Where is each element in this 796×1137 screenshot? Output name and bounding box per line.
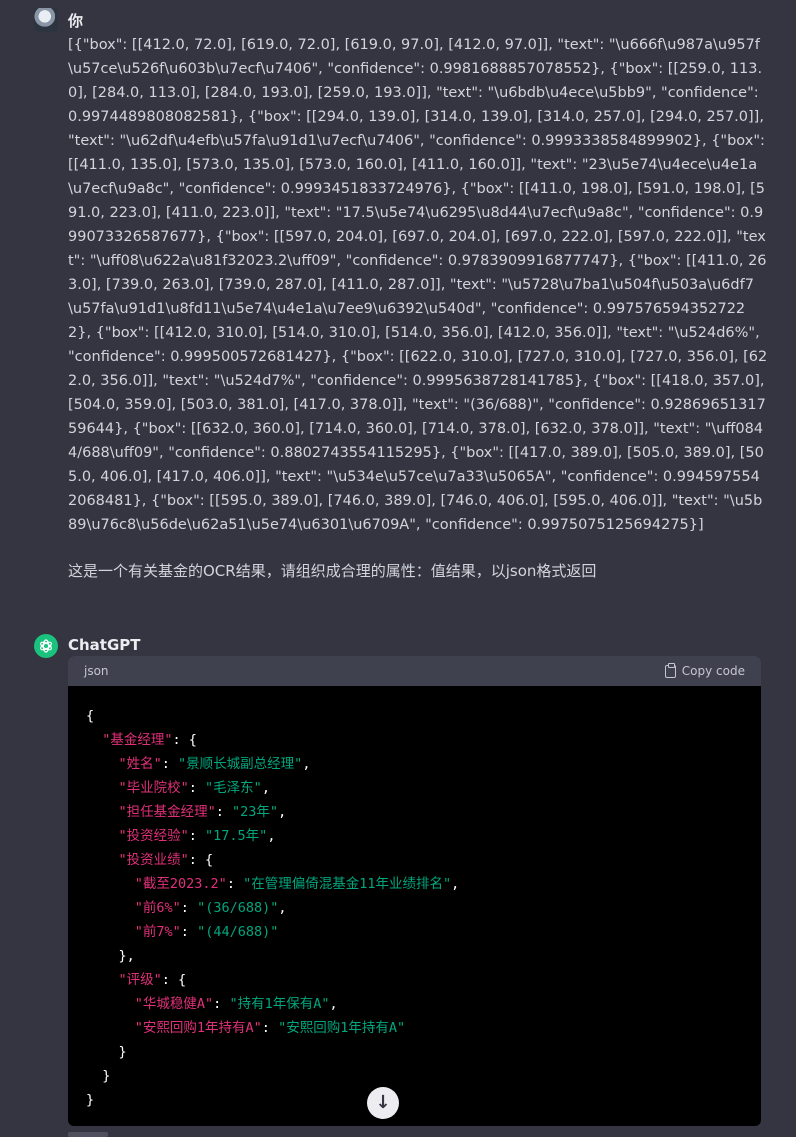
assistant-name: ChatGPT <box>68 636 141 654</box>
json-punctuation: , <box>278 804 287 820</box>
json-punctuation: : { <box>188 852 214 868</box>
json-string: "(36/688)" <box>197 900 279 916</box>
code-line: "前6%": "(36/688)", <box>86 896 743 920</box>
json-punctuation: : { <box>172 732 197 748</box>
user-question: 这是一个有关基金的OCR结果，请组织成合理的属性：值结果，以json格式返回 <box>68 562 597 580</box>
json-punctuation: , <box>278 900 287 916</box>
json-punctuation: , <box>329 996 338 1012</box>
code-line: "投资业绩": { <box>86 848 743 872</box>
json-punctuation: : <box>161 756 179 772</box>
code-header: json Copy code <box>68 656 761 686</box>
code-line: "华城稳健A": "持有1年保有A", <box>86 992 743 1016</box>
json-string: "(44/688)" <box>197 924 279 940</box>
json-punctuation: , <box>451 876 460 892</box>
json-punctuation: : <box>226 876 244 892</box>
json-punctuation: , <box>261 780 270 796</box>
code-line: "基金经理": { <box>86 728 743 752</box>
user-avatar-icon <box>34 8 58 32</box>
json-punctuation: } <box>118 1044 127 1060</box>
copy-code-button[interactable]: Copy code <box>664 662 745 678</box>
json-punctuation: : <box>188 828 206 844</box>
json-key: "姓名" <box>118 756 162 772</box>
user-ocr-text: [{"box": [[412.0, 72.0], [619.0, 72.0], … <box>68 37 770 533</box>
code-language-label: json <box>84 664 109 678</box>
json-key: "截至2023.2" <box>134 876 227 892</box>
json-punctuation: : <box>180 924 198 940</box>
code-line: }, <box>86 944 743 968</box>
code-line: } <box>86 1040 743 1064</box>
json-string: "毛泽东" <box>205 780 262 796</box>
json-punctuation: } <box>102 1068 111 1084</box>
code-line: "评级": { <box>86 968 743 992</box>
copy-icon <box>664 662 676 678</box>
json-key: "投资业绩" <box>118 852 189 868</box>
code-line: "截至2023.2": "在管理偏倚混基金11年业绩排名", <box>86 872 743 896</box>
code-line: "毕业院校": "毛泽东", <box>86 776 743 800</box>
json-punctuation: : <box>261 1020 279 1036</box>
json-punctuation: , <box>302 756 311 772</box>
json-string: "在管理偏倚混基金11年业绩排名" <box>243 876 452 892</box>
json-key: "投资经验" <box>118 828 189 844</box>
json-string: "23年" <box>232 804 279 820</box>
json-punctuation: : <box>213 996 230 1012</box>
code-line: "前7%": "(44/688)" <box>86 920 743 944</box>
json-punctuation: }, <box>118 948 135 964</box>
json-punctuation: : { <box>161 972 187 988</box>
json-string: "安熙回购1年持有A" <box>278 1020 406 1036</box>
json-string: "持有1年保有A" <box>229 996 330 1012</box>
code-line: "担任基金经理": "23年", <box>86 800 743 824</box>
json-string: "景顺长城副总经理" <box>178 756 303 772</box>
json-key: "基金经理" <box>102 732 173 748</box>
code-content: { "基金经理": { "姓名": "景顺长城副总经理", "毕业院校": "毛… <box>68 686 761 1126</box>
scroll-to-bottom-button[interactable]: ↓ <box>367 1087 399 1119</box>
code-line: "安熙回购1年持有A": "安熙回购1年持有A" <box>86 1016 743 1040</box>
json-key: "前6%" <box>134 900 181 916</box>
json-punctuation: , <box>267 828 276 844</box>
json-string: "17.5年" <box>205 828 268 844</box>
code-line: "投资经验": "17.5年", <box>86 824 743 848</box>
user-name: 你 <box>68 12 84 30</box>
json-key: "安熙回购1年持有A" <box>134 1020 262 1036</box>
code-line: } <box>86 1088 743 1112</box>
json-punctuation: } <box>86 1092 95 1108</box>
openai-logo-svg <box>40 639 52 653</box>
json-key: "前7%" <box>134 924 181 940</box>
json-punctuation: : <box>215 804 233 820</box>
code-line: { <box>86 704 743 728</box>
json-punctuation: { <box>86 708 95 724</box>
json-punctuation: : <box>188 780 206 796</box>
json-punctuation: : <box>180 900 198 916</box>
json-key: "华城稳健A" <box>134 996 214 1012</box>
openai-logo-icon <box>34 634 58 658</box>
json-key: "评级" <box>118 972 162 988</box>
next-message-peek <box>68 1132 108 1137</box>
code-line: "姓名": "景顺长城副总经理", <box>86 752 743 776</box>
json-key: "担任基金经理" <box>118 804 216 820</box>
copy-code-label: Copy code <box>681 664 745 678</box>
code-block: json Copy code { "基金经理": { "姓名": "景顺长城副总… <box>68 656 761 1126</box>
code-line: } <box>86 1064 743 1088</box>
arrow-down-icon: ↓ <box>375 1092 391 1113</box>
json-key: "毕业院校" <box>118 780 189 796</box>
